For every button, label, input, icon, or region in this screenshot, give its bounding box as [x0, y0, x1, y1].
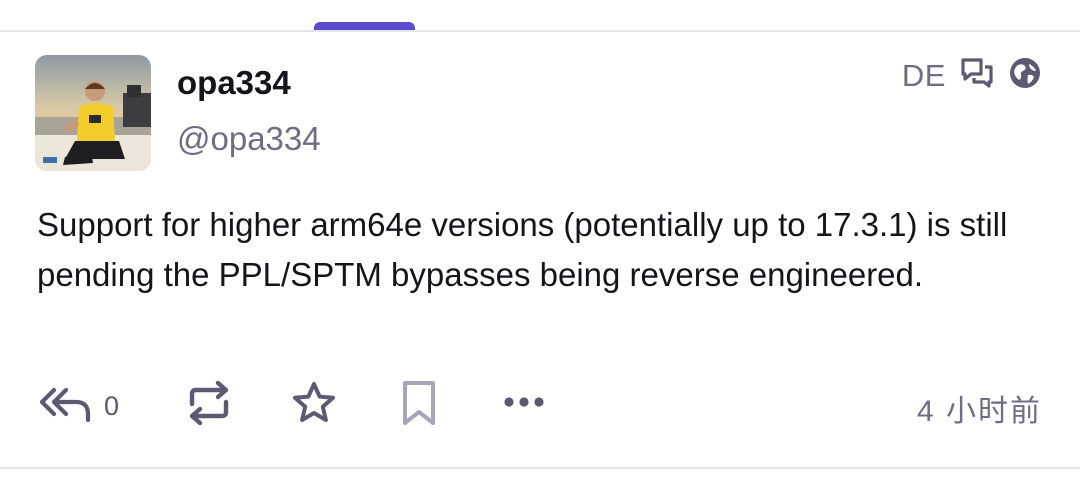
bookmark-icon — [398, 379, 442, 432]
reply-button[interactable]: 0 — [38, 384, 119, 429]
more-button[interactable] — [500, 384, 548, 425]
reply-count: 0 — [104, 391, 120, 421]
status-content: Support for higher arm64e versions (pote… — [37, 206, 1008, 293]
account-handle[interactable]: @opa334 — [177, 120, 321, 158]
language-badge: DE — [901, 57, 946, 93]
post-timestamp[interactable]: 4 小时前 — [917, 386, 1042, 430]
avatar-image — [35, 55, 151, 171]
globe-icon — [1008, 56, 1042, 95]
status-meta: DE — [902, 56, 1042, 95]
boost-button[interactable] — [184, 378, 234, 433]
more-icon — [500, 384, 548, 425]
bookmark-button[interactable] — [398, 379, 442, 432]
status-card: opa334 @opa334 DE Support for higher arm… — [0, 0, 1080, 494]
action-bar: 0 4 小时前 — [0, 376, 1080, 436]
active-tab-indicator — [314, 22, 415, 30]
display-name[interactable]: opa334 — [177, 64, 291, 102]
star-icon — [290, 379, 338, 432]
bottom-divider — [0, 467, 1080, 469]
favourite-button[interactable] — [290, 379, 338, 432]
boost-icon — [184, 378, 234, 433]
avatar[interactable] — [35, 55, 151, 171]
top-divider — [0, 30, 1080, 32]
conversation-icon[interactable] — [960, 57, 994, 94]
reply-all-icon — [38, 384, 94, 429]
